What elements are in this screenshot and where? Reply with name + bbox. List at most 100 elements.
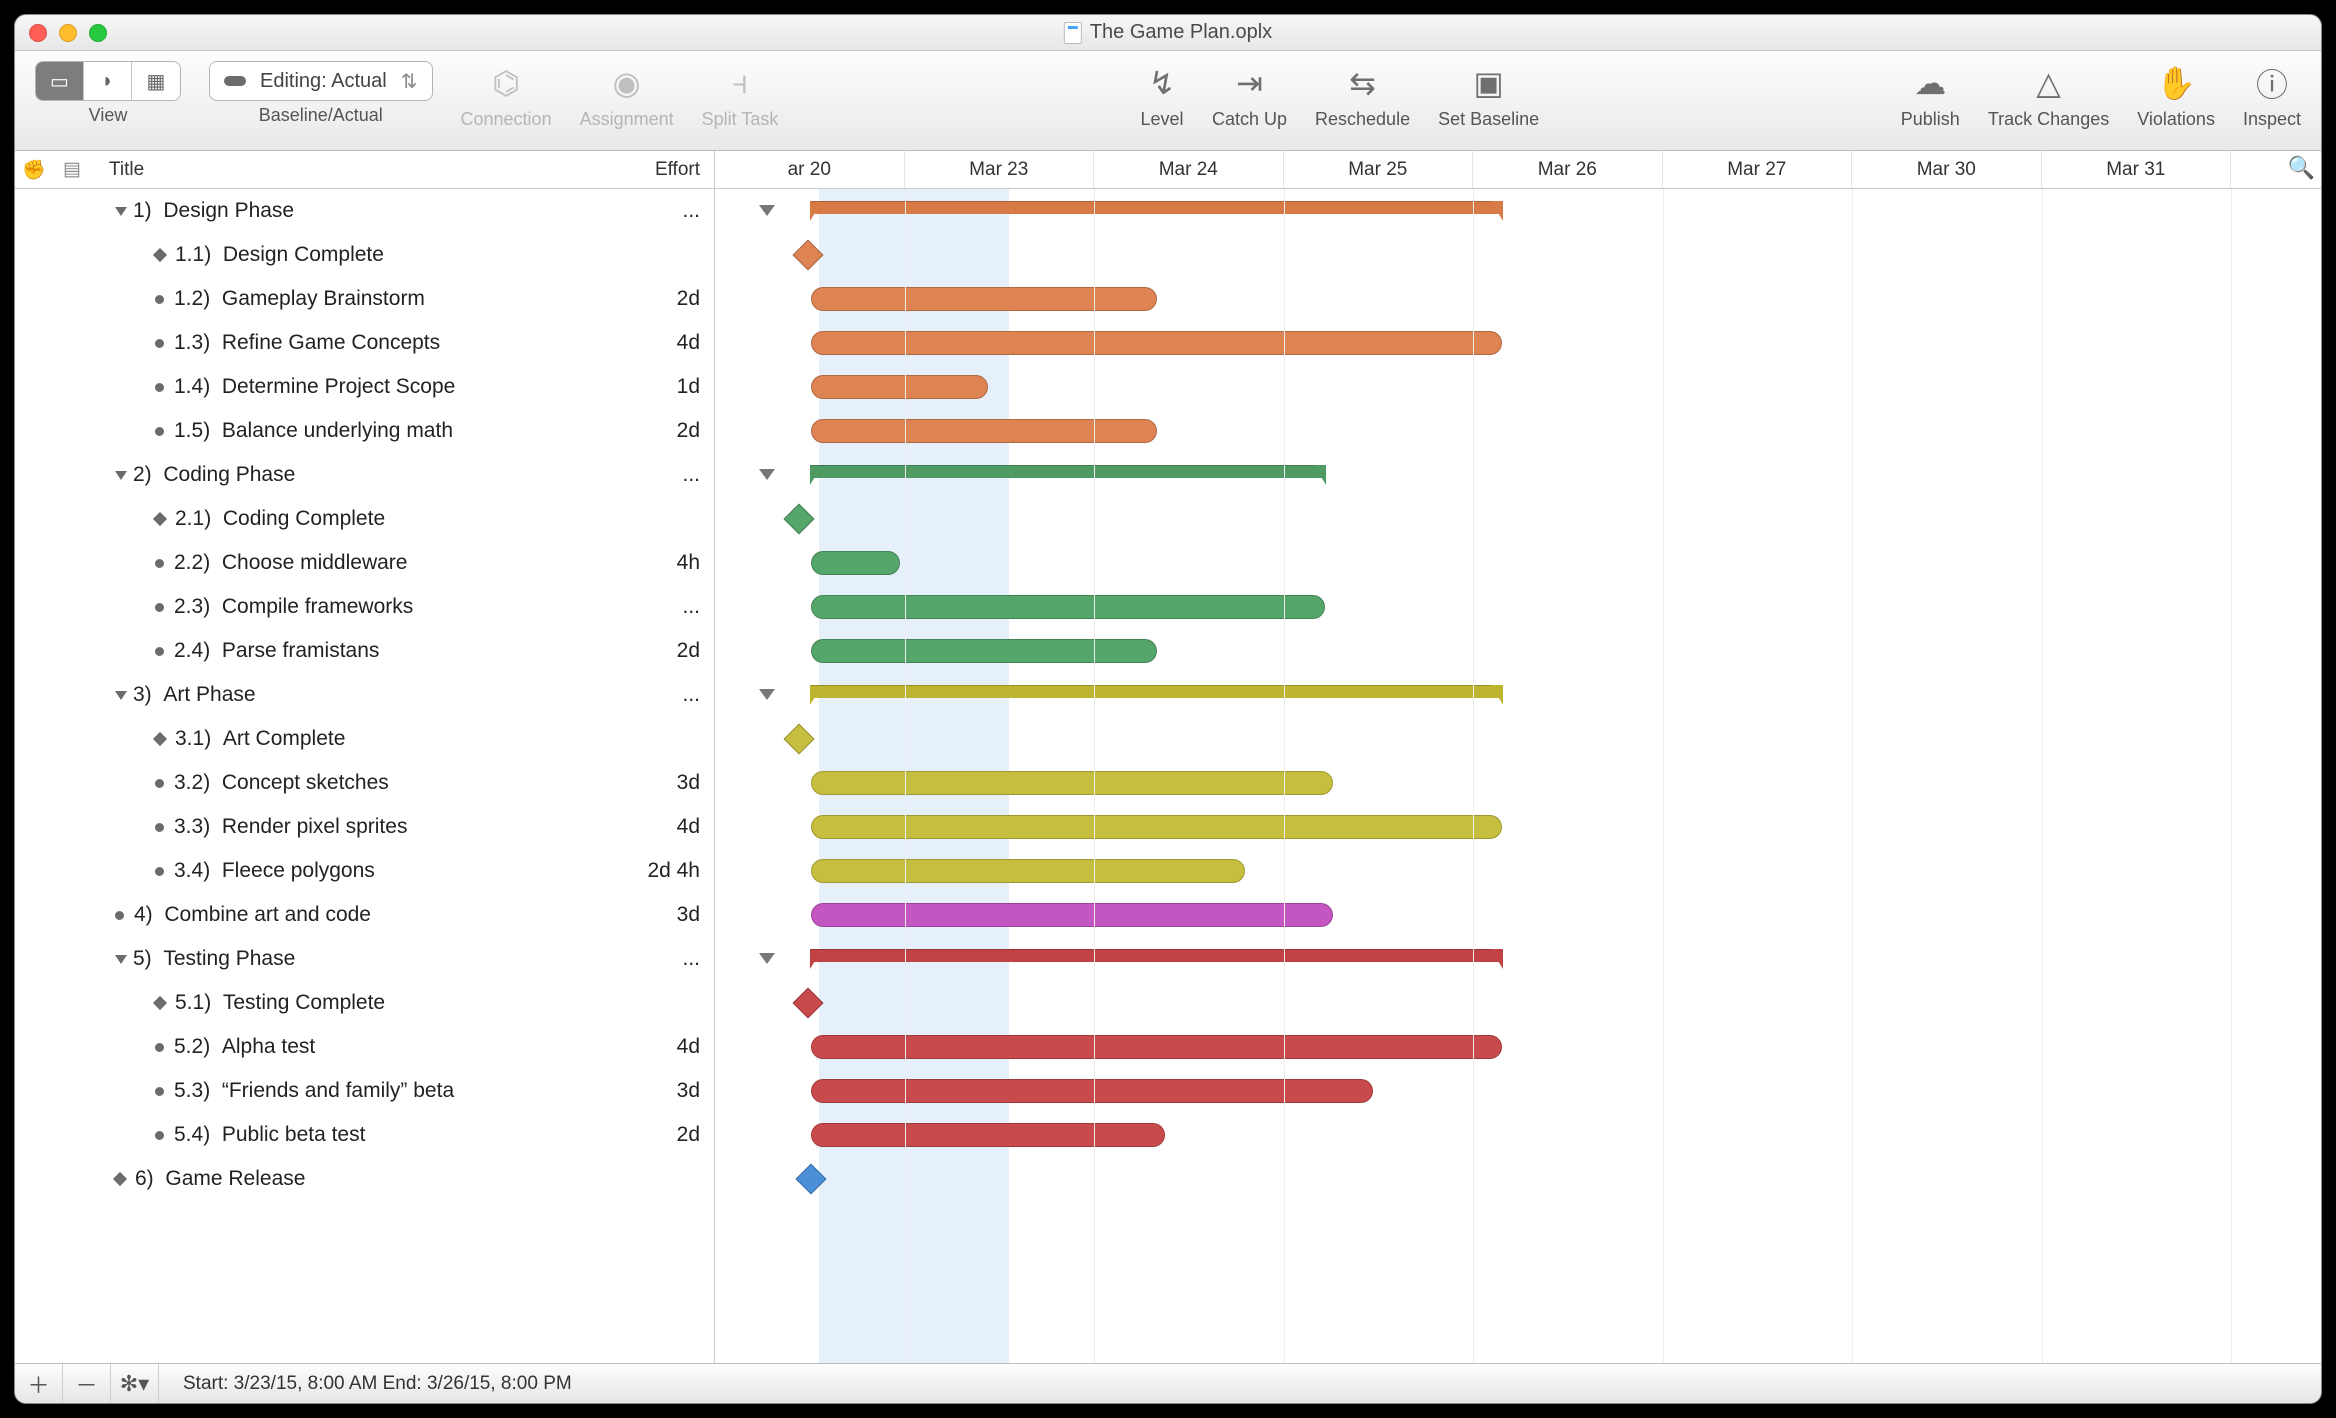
gantt-view-icon[interactable]: ▭ [36,62,84,100]
gantt-row[interactable] [715,189,2321,233]
date-header[interactable]: Mar 30 [1852,151,2042,188]
task-bar[interactable] [811,419,1156,443]
minimize-icon[interactable] [59,24,77,42]
task-row[interactable]: 1.1) Design Complete [15,233,714,277]
task-bar[interactable] [811,859,1245,883]
task-row[interactable]: 2.4) Parse framistans2d [15,629,714,673]
task-row[interactable]: 1.2) Gameplay Brainstorm2d [15,277,714,321]
group-disclosure-icon[interactable] [759,953,775,964]
task-row[interactable]: 5.4) Public beta test2d [15,1113,714,1157]
disclosure-triangle-icon[interactable] [115,691,127,700]
gantt-row[interactable] [715,365,2321,409]
gantt-row[interactable] [715,981,2321,1025]
date-header[interactable]: Mar 24 [1094,151,1284,188]
gantt-row[interactable] [715,321,2321,365]
set-baseline-icon[interactable]: ▣ [1467,61,1511,105]
task-row[interactable]: 5.2) Alpha test4d [15,1025,714,1069]
task-row[interactable]: 6) Game Release [15,1157,714,1201]
timeline-header[interactable]: 🔍 ar 20Mar 23Mar 24Mar 25Mar 26Mar 27Mar… [715,151,2321,188]
date-header[interactable]: Mar 31 [2042,151,2232,188]
gantt-row[interactable] [715,453,2321,497]
baseline-dropdown[interactable]: Editing: Actual ⇅ [209,61,433,101]
task-bar[interactable] [811,287,1156,311]
task-row[interactable]: 1.5) Balance underlying math2d [15,409,714,453]
task-row[interactable]: 2.3) Compile frameworks... [15,585,714,629]
task-row[interactable]: 3.2) Concept sketches3d [15,761,714,805]
task-bar[interactable] [811,331,1502,355]
task-row[interactable]: 1.4) Determine Project Scope1d [15,365,714,409]
disclosure-triangle-icon[interactable] [115,955,127,964]
reschedule-icon[interactable]: ⇆ [1341,61,1385,105]
group-bar[interactable] [811,685,1502,705]
task-row[interactable]: 2) Coding Phase... [15,453,714,497]
inspect-icon[interactable]: ⓘ [2250,61,2294,105]
task-outline[interactable]: 1) Design Phase...1.1) Design Complete1.… [15,189,715,1363]
milestone-diamond[interactable] [793,987,824,1018]
gantt-row[interactable] [715,1025,2321,1069]
task-row[interactable]: 3.1) Art Complete [15,717,714,761]
task-row[interactable]: 3.3) Render pixel sprites4d [15,805,714,849]
task-bar[interactable] [811,1079,1373,1103]
milestone-diamond[interactable] [783,503,814,534]
group-bar[interactable] [811,201,1502,221]
zoom-icon[interactable] [89,24,107,42]
connection-icon[interactable]: ⌬ [484,61,528,105]
track-changes-icon[interactable]: △ [2027,61,2071,105]
level-icon[interactable]: ↯ [1140,61,1184,105]
gantt-row[interactable] [715,673,2321,717]
task-row[interactable]: 3) Art Phase... [15,673,714,717]
group-disclosure-icon[interactable] [759,689,775,700]
grab-icon[interactable]: ✊ [15,158,53,182]
close-icon[interactable] [29,24,47,42]
task-row[interactable]: 1) Design Phase... [15,189,714,233]
task-bar[interactable] [811,595,1325,619]
task-row[interactable]: 5.1) Testing Complete [15,981,714,1025]
task-row[interactable]: 2.1) Coding Complete [15,497,714,541]
disclosure-triangle-icon[interactable] [115,207,127,216]
task-bar[interactable] [811,1123,1164,1147]
add-button[interactable]: ＋ [15,1364,63,1403]
violations-icon[interactable]: ✋ [2154,61,2198,105]
split-task-icon[interactable]: ⫞ [718,61,762,105]
gantt-row[interactable] [715,1069,2321,1113]
gantt-row[interactable] [715,1113,2321,1157]
calendar-view-icon[interactable]: ▦ [132,62,180,100]
gantt-chart[interactable] [715,189,2321,1363]
group-bar[interactable] [811,465,1325,485]
task-bar[interactable] [811,639,1156,663]
action-menu-button[interactable]: ✻▾ [111,1364,159,1403]
gantt-row[interactable] [715,541,2321,585]
date-header[interactable]: ar 20 [715,151,905,188]
effort-column-header[interactable]: Effort [614,159,714,181]
task-bar[interactable] [811,903,1333,927]
date-header[interactable]: Mar 25 [1284,151,1474,188]
assignment-icon[interactable]: ◉ [605,61,649,105]
gantt-row[interactable] [715,409,2321,453]
gantt-row[interactable] [715,805,2321,849]
milestone-diamond[interactable] [793,239,824,270]
task-row[interactable]: 3.4) Fleece polygons2d 4h [15,849,714,893]
gantt-row[interactable] [715,937,2321,981]
disclosure-triangle-icon[interactable] [115,471,127,480]
gantt-row[interactable] [715,233,2321,277]
zoom-fit-icon[interactable]: 🔍 [2288,155,2315,181]
gantt-row[interactable] [715,893,2321,937]
task-row[interactable]: 5.3) “Friends and family” beta3d [15,1069,714,1113]
task-bar[interactable] [811,815,1502,839]
view-mode-segment[interactable]: ▭ ◗ ▦ [35,61,181,101]
group-disclosure-icon[interactable] [759,205,775,216]
task-row[interactable]: 1.3) Refine Game Concepts4d [15,321,714,365]
gantt-row[interactable] [715,629,2321,673]
date-header[interactable]: Mar 27 [1663,151,1853,188]
gantt-row[interactable] [715,849,2321,893]
gantt-row[interactable] [715,761,2321,805]
catchup-icon[interactable]: ⇥ [1227,61,1271,105]
gantt-row[interactable] [715,585,2321,629]
gantt-row[interactable] [715,277,2321,321]
gantt-row[interactable] [715,497,2321,541]
task-row[interactable]: 2.2) Choose middleware4h [15,541,714,585]
date-header[interactable]: Mar 26 [1473,151,1663,188]
group-bar[interactable] [811,949,1502,969]
notes-icon[interactable]: ▤ [53,158,91,181]
task-bar[interactable] [811,1035,1502,1059]
